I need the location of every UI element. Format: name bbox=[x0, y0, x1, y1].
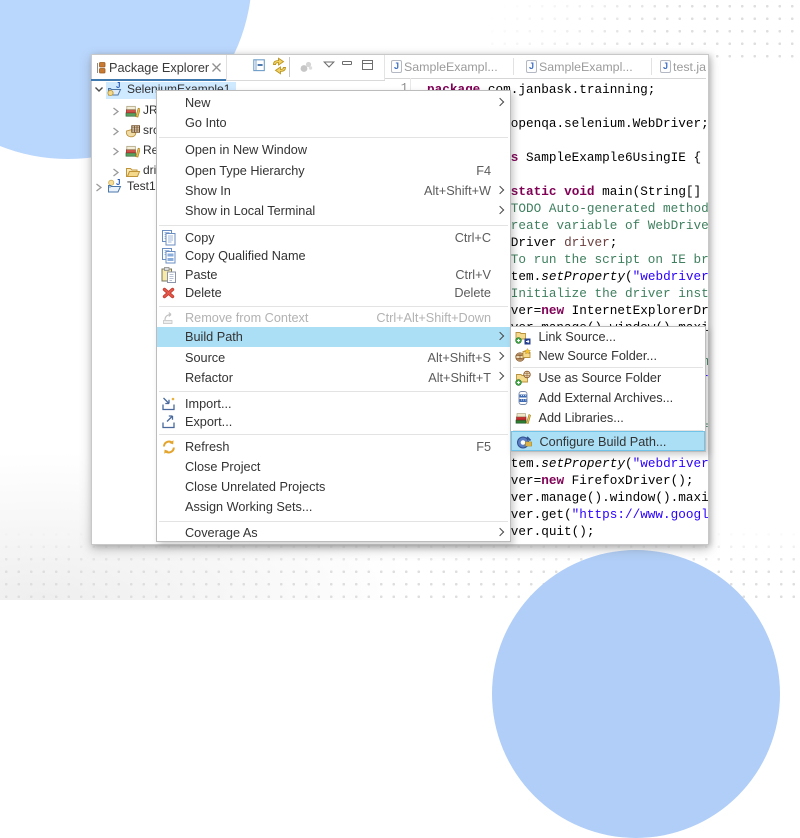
svg-text:J: J bbox=[116, 179, 120, 187]
svg-text:J: J bbox=[116, 82, 120, 90]
